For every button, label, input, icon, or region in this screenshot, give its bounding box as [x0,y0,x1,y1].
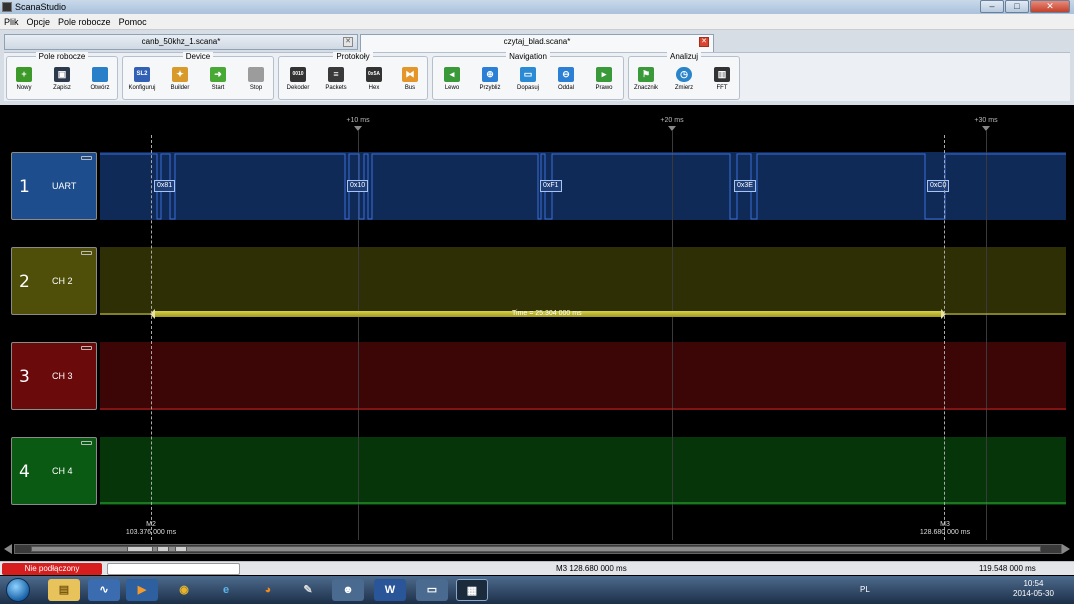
internet-explorer-taskbar-icon[interactable]: e [210,579,242,601]
scroll-right-arrow[interactable] [1062,544,1070,554]
windows-taskbar: ▤ ∿ ▶ ◉ e ◕ ✎ ☻ W ▭ ▦ PL 10:54 2014-05-3… [0,576,1074,604]
connection-status-badge: Nie podłączony [2,563,102,575]
scroll-overview-segment [127,546,153,552]
channel-options-icon[interactable] [81,156,92,160]
cursor-time: 128.680 000 ms [919,529,971,536]
signal-traces [100,153,1066,504]
channel-number: 4 [19,462,30,482]
tray-language[interactable]: PL [860,585,870,594]
cursor-m3-label: M3 128.680 000 ms [920,521,970,537]
scroll-overview-segment [157,546,169,552]
status-bar: Nie podłączony M3 128.680 000 ms 119.548… [0,561,1074,575]
uart-decode-byte[interactable]: 0x81 [154,180,176,192]
cursor-m2-line[interactable] [151,135,152,540]
logic-app-taskbar-icon[interactable]: ∿ [88,579,120,601]
channel-3-label[interactable]: 3 CH 3 [11,342,97,410]
app-taskbar-icon[interactable]: ☻ [332,579,364,601]
paint-taskbar-icon[interactable]: ✎ [292,579,324,601]
status-progress-field [107,563,240,575]
scroll-left-arrow[interactable] [4,544,12,554]
channel-1-label[interactable]: 1 UART [11,152,97,220]
scanastudio-taskbar-icon[interactable]: ▦ [456,579,488,601]
horizontal-scrollbar[interactable] [14,544,1062,554]
channel-number: 2 [19,272,30,292]
scroll-overview-segment [175,546,187,552]
channel-name: CH 3 [52,371,73,381]
channel-4-label[interactable]: 4 CH 4 [11,437,97,505]
channel-options-icon[interactable] [81,251,92,255]
start-menu-button[interactable] [6,578,30,602]
measurement-label: Time = 25.304 000 ms [512,310,582,317]
channel-number: 3 [19,367,30,387]
cursor-name: M3 [940,521,950,528]
cursor-name: M2 [146,521,156,528]
cursor-time: 103.376 000 ms [125,529,177,536]
channel-name: CH 4 [52,466,73,476]
uart-decode-byte[interactable]: 0xC0 [927,180,950,192]
media-player-taskbar-icon[interactable]: ▶ [126,579,158,601]
clock-date: 2014-05-30 [1013,589,1054,598]
system-clock[interactable]: 10:54 2014-05-30 [1013,579,1054,599]
chrome-taskbar-icon[interactable]: ◉ [168,579,200,601]
app-taskbar-icon[interactable]: ▭ [416,579,448,601]
time-readout: 119.548 000 ms [979,564,1036,573]
cursor-m3-line[interactable] [944,135,945,540]
cursor-m2-label: M2 103.376 000 ms [126,521,176,537]
channel-options-icon[interactable] [81,441,92,445]
clock-time: 10:54 [1023,579,1044,588]
channel-2-label[interactable]: 2 CH 2 [11,247,97,315]
uart-decode-byte[interactable]: 0x10 [347,180,369,192]
firefox-taskbar-icon[interactable]: ◕ [252,579,284,601]
channel-name: UART [52,181,77,191]
channel-name: CH 2 [52,276,73,286]
word-taskbar-icon[interactable]: W [374,579,406,601]
channel-options-icon[interactable] [81,346,92,350]
channel-number: 1 [19,177,30,197]
cursor-readout: M3 128.680 000 ms [556,564,627,573]
uart-decode-byte[interactable]: 0x3E [734,180,756,192]
explorer-taskbar-icon[interactable]: ▤ [48,579,80,601]
uart-decode-byte[interactable]: 0xF1 [540,180,562,192]
